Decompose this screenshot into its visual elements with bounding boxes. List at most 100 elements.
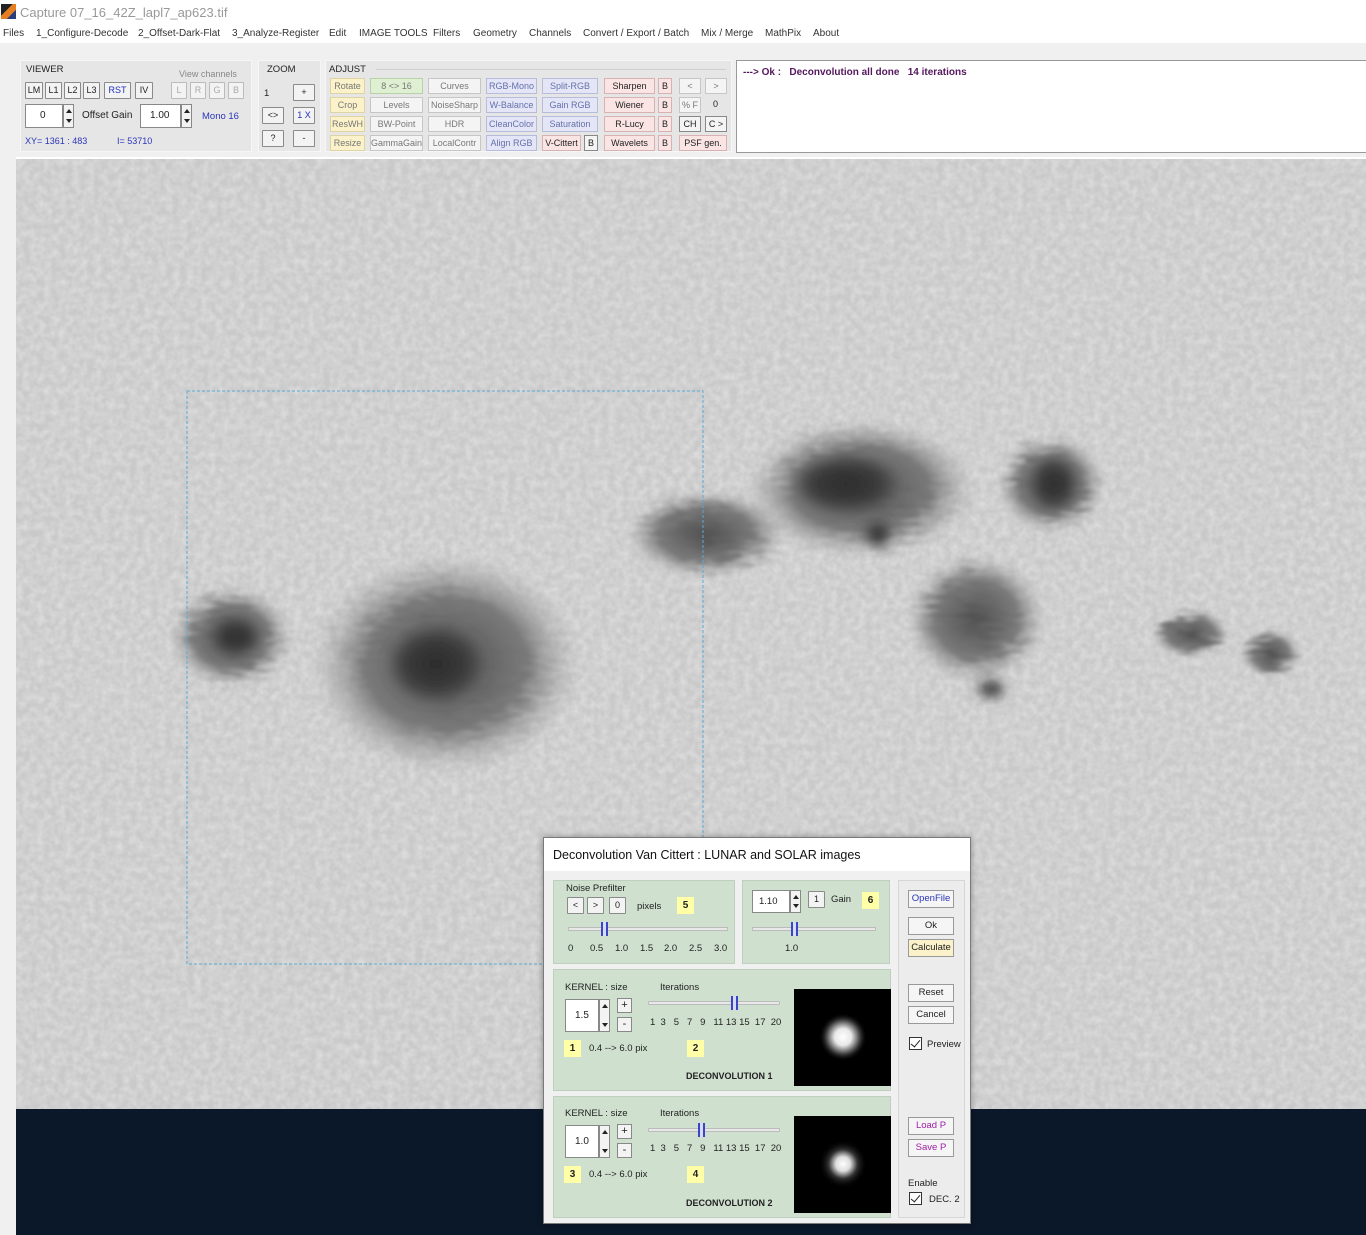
- offset-spinner[interactable]: [63, 104, 74, 128]
- noise-prefilter-slider[interactable]: [568, 927, 728, 931]
- kernel-2-size-input[interactable]: 1.0: [565, 1125, 599, 1158]
- kernel-1-size-input[interactable]: 1.5: [565, 999, 599, 1032]
- menu-about[interactable]: About: [813, 28, 839, 39]
- localcontr-button[interactable]: LocalContr: [428, 135, 481, 151]
- r-lucy-button[interactable]: R-Lucy: [604, 116, 655, 132]
- ch-button[interactable]: CH: [679, 116, 701, 132]
- gain-input[interactable]: 1.00: [140, 104, 181, 128]
- nav-prev-button[interactable]: <: [679, 78, 701, 94]
- kernel-2-plus-button[interactable]: +: [617, 1124, 632, 1139]
- channel-r-button[interactable]: R: [190, 82, 206, 99]
- badge-3: 3: [564, 1166, 581, 1183]
- calculate-button[interactable]: Calculate: [908, 939, 954, 957]
- kernel-1-plus-button[interactable]: +: [617, 998, 632, 1013]
- menu-configure-decode[interactable]: 1_Configure-Decode: [36, 28, 128, 39]
- ok-button[interactable]: Ok: [908, 917, 954, 935]
- dec2-checkbox[interactable]: [909, 1192, 922, 1205]
- gain-slider[interactable]: [752, 927, 876, 931]
- resize-button[interactable]: Resize: [330, 135, 365, 151]
- menu-files[interactable]: Files: [3, 28, 24, 39]
- menu-geometry[interactable]: Geometry: [473, 28, 517, 39]
- sharpen-b-button[interactable]: B: [658, 78, 672, 94]
- menu-image-tools[interactable]: IMAGE TOOLS: [359, 28, 428, 39]
- align-rgb-button[interactable]: Align RGB: [486, 135, 537, 151]
- bw-point-button[interactable]: BW-Point: [370, 116, 423, 132]
- cancel-button[interactable]: Cancel: [908, 1006, 954, 1024]
- nav-next-button[interactable]: >: [705, 78, 727, 94]
- gammagain-button[interactable]: GammaGain: [370, 135, 423, 151]
- wavelets-button[interactable]: Wavelets: [604, 135, 655, 151]
- channel-b-button[interactable]: B: [228, 82, 244, 99]
- reset-button[interactable]: Reset: [908, 984, 954, 1002]
- split-rgb-button[interactable]: Split-RGB: [542, 78, 598, 94]
- kernel-2-minus-button[interactable]: -: [617, 1143, 632, 1158]
- zoom-1x-button[interactable]: 1 X: [293, 107, 315, 124]
- rst-button[interactable]: RST: [104, 82, 131, 99]
- levels-button[interactable]: Levels: [370, 97, 423, 113]
- v-cittert-b-button[interactable]: B: [584, 135, 598, 151]
- menu-convert-export-batch[interactable]: Convert / Export / Batch: [583, 28, 689, 39]
- help-button[interactable]: ?: [262, 130, 284, 147]
- l1-button[interactable]: L1: [45, 82, 62, 99]
- l2-button[interactable]: L2: [64, 82, 81, 99]
- iterations-2-thumb[interactable]: [698, 1123, 706, 1137]
- menu-filters[interactable]: Filters: [433, 28, 460, 39]
- gain-input[interactable]: 1.10: [752, 890, 790, 913]
- iterations-1-thumb[interactable]: [731, 996, 739, 1010]
- iterations-1-slider[interactable]: [648, 1001, 780, 1005]
- zoom-in-button[interactable]: +: [293, 84, 315, 101]
- wavelets-b-button[interactable]: B: [658, 135, 672, 151]
- l3-button[interactable]: L3: [83, 82, 100, 99]
- zoom-fit-button[interactable]: <>: [262, 107, 284, 124]
- curves-button[interactable]: Curves: [428, 78, 481, 94]
- preview-checkbox[interactable]: [909, 1037, 922, 1050]
- reswh-button[interactable]: ResWH: [330, 116, 365, 132]
- saturation-button[interactable]: Saturation: [542, 116, 598, 132]
- rotate-button[interactable]: Rotate: [330, 78, 365, 94]
- 8-16-button[interactable]: 8 <> 16: [370, 78, 423, 94]
- wiener-b-button[interactable]: B: [658, 97, 672, 113]
- rgb-mono-button[interactable]: RGB-Mono: [486, 78, 537, 94]
- psf-gen-button[interactable]: PSF gen.: [679, 135, 727, 151]
- crop-button[interactable]: Crop: [330, 97, 365, 113]
- channel-l-button[interactable]: L: [171, 82, 187, 99]
- percent-f-button[interactable]: % F: [679, 97, 701, 113]
- np-prev-button[interactable]: <: [567, 897, 584, 914]
- lm-button[interactable]: LM: [25, 82, 43, 99]
- menu-mathpix[interactable]: MathPix: [765, 28, 801, 39]
- wiener-button[interactable]: Wiener: [604, 97, 655, 113]
- menu-channels[interactable]: Channels: [529, 28, 571, 39]
- channel-g-button[interactable]: G: [209, 82, 225, 99]
- iv-button[interactable]: IV: [135, 82, 153, 99]
- gain-slider-thumb[interactable]: [791, 922, 798, 936]
- c-next-button[interactable]: C >: [705, 116, 727, 132]
- kernel-1-minus-button[interactable]: -: [617, 1017, 632, 1032]
- menu-analyze-register[interactable]: 3_Analyze-Register: [232, 28, 319, 39]
- r-lucy-b-button[interactable]: B: [658, 116, 672, 132]
- offset-input[interactable]: 0: [25, 104, 63, 128]
- noisesharp-button[interactable]: NoiseSharp: [428, 97, 481, 113]
- w-balance-button[interactable]: W-Balance: [486, 97, 537, 113]
- gain-one-button[interactable]: 1: [808, 891, 825, 908]
- save-p-button[interactable]: Save P: [908, 1139, 954, 1157]
- kernel-2-size-spinner[interactable]: [599, 1125, 610, 1158]
- np-zero-button[interactable]: 0: [609, 897, 626, 914]
- np-next-button[interactable]: >: [587, 897, 604, 914]
- gain-rgb-button[interactable]: Gain RGB: [542, 97, 598, 113]
- percent-f-value: 0: [713, 99, 719, 109]
- cleancolor-button[interactable]: CleanColor: [486, 116, 537, 132]
- menu-offset-dark-flat[interactable]: 2_Offset-Dark-Flat: [138, 28, 220, 39]
- openfile-button[interactable]: OpenFile: [908, 890, 954, 908]
- v-cittert-button[interactable]: V-Cittert: [542, 135, 581, 151]
- gain-spinner[interactable]: [790, 890, 801, 913]
- gain-spinner[interactable]: [181, 104, 192, 128]
- menu-mix-merge[interactable]: Mix / Merge: [701, 28, 753, 39]
- sharpen-button[interactable]: Sharpen: [604, 78, 655, 94]
- hdr-button[interactable]: HDR: [428, 116, 481, 132]
- kernel-1-size-spinner[interactable]: [599, 999, 610, 1032]
- load-p-button[interactable]: Load P: [908, 1117, 954, 1135]
- menu-edit[interactable]: Edit: [329, 28, 346, 39]
- zoom-out-button[interactable]: -: [293, 130, 315, 147]
- noise-prefilter-thumb[interactable]: [601, 922, 609, 936]
- iterations-2-slider[interactable]: [648, 1128, 780, 1132]
